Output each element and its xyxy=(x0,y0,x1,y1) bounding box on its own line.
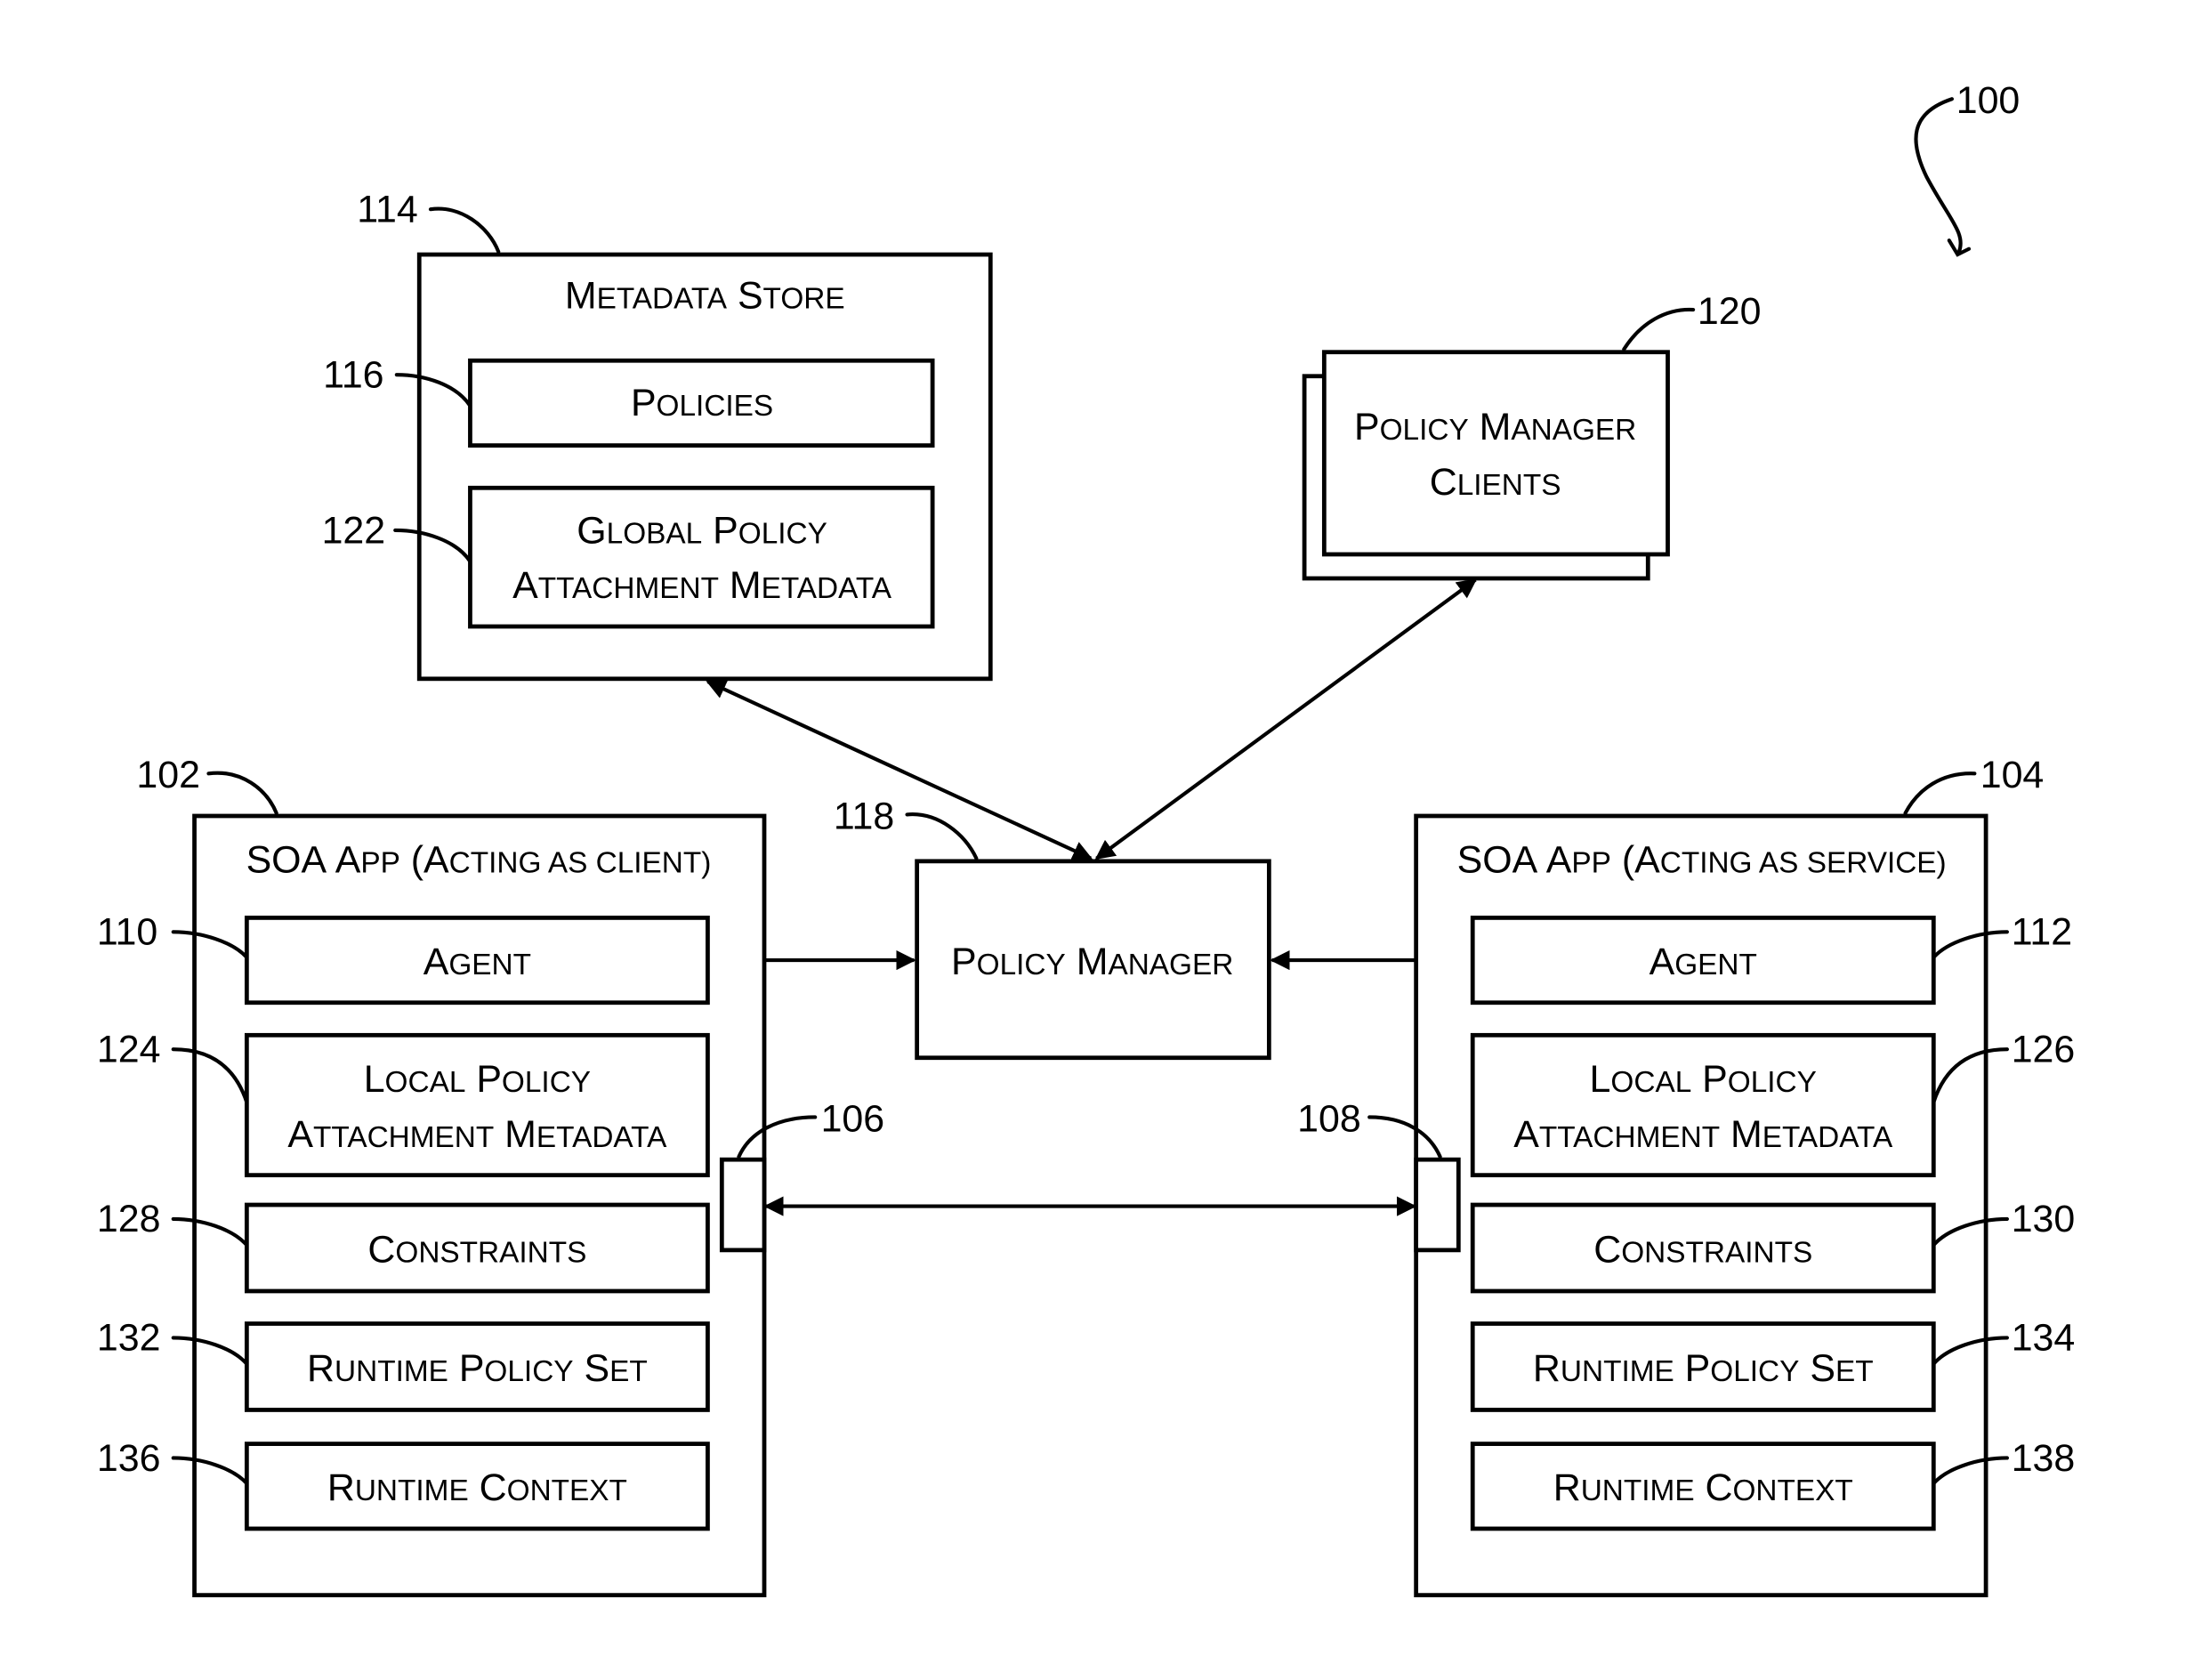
ref-label: 116 xyxy=(323,353,383,396)
ref-label: 134 xyxy=(2012,1317,2076,1360)
ref-label: 114 xyxy=(357,189,417,231)
ref-label: 110 xyxy=(97,911,157,954)
ref-label: 124 xyxy=(97,1029,161,1071)
policy-manager-clients[interactable]: POLICY MANAGER CLIENTS 120 xyxy=(1302,290,1762,581)
figure-ref-100: 100 xyxy=(1914,79,2021,257)
ref-label: 102 xyxy=(136,754,200,796)
ref-lead xyxy=(905,812,979,860)
diagram-canvas: 100 METADATA STORE 114 POLICIES 116 GLOB… xyxy=(97,79,2076,1598)
ref-label: 126 xyxy=(2012,1029,2076,1071)
soa-app-service[interactable]: SOA APP (ACTING AS SERVICE) 104 108 AGEN… xyxy=(1297,754,2076,1598)
local-policy-attachment-metadata-box[interactable] xyxy=(1470,1032,1936,1178)
client-port-106[interactable] xyxy=(719,1157,767,1253)
ref-label: 100 xyxy=(1956,79,2021,122)
ref-label: 118 xyxy=(834,795,894,837)
ref-label: 122 xyxy=(322,509,386,552)
soa-app-client[interactable]: SOA APP (ACTING AS CLIENT) 102 106 AGENT… xyxy=(97,754,885,1598)
ref-lead xyxy=(1622,307,1696,351)
policy-manager[interactable]: POLICY MANAGER 118 xyxy=(834,795,1271,1061)
ref-lead xyxy=(1903,771,1977,815)
ref-label: 108 xyxy=(1297,1097,1361,1140)
ref-lead xyxy=(428,206,501,254)
ref-label: 130 xyxy=(2012,1198,2076,1240)
ref-label: 104 xyxy=(1980,754,2045,796)
figure-lead-line xyxy=(1914,97,1963,254)
ref-label: 120 xyxy=(1698,290,1762,333)
policy-manager-clients-box[interactable] xyxy=(1321,350,1670,557)
ref-label: 136 xyxy=(97,1437,161,1480)
metadata-store[interactable]: METADATA STORE 114 POLICIES 116 GLOBAL P… xyxy=(322,189,993,682)
local-policy-attachment-metadata-box[interactable] xyxy=(244,1032,710,1178)
ref-label: 106 xyxy=(821,1097,885,1140)
service-port-108[interactable] xyxy=(1414,1157,1461,1253)
ref-lead xyxy=(206,771,278,815)
ref-label: 138 xyxy=(2012,1437,2076,1480)
ref-label: 132 xyxy=(97,1317,161,1360)
ref-label: 112 xyxy=(2012,911,2072,954)
ref-label: 128 xyxy=(97,1198,161,1240)
